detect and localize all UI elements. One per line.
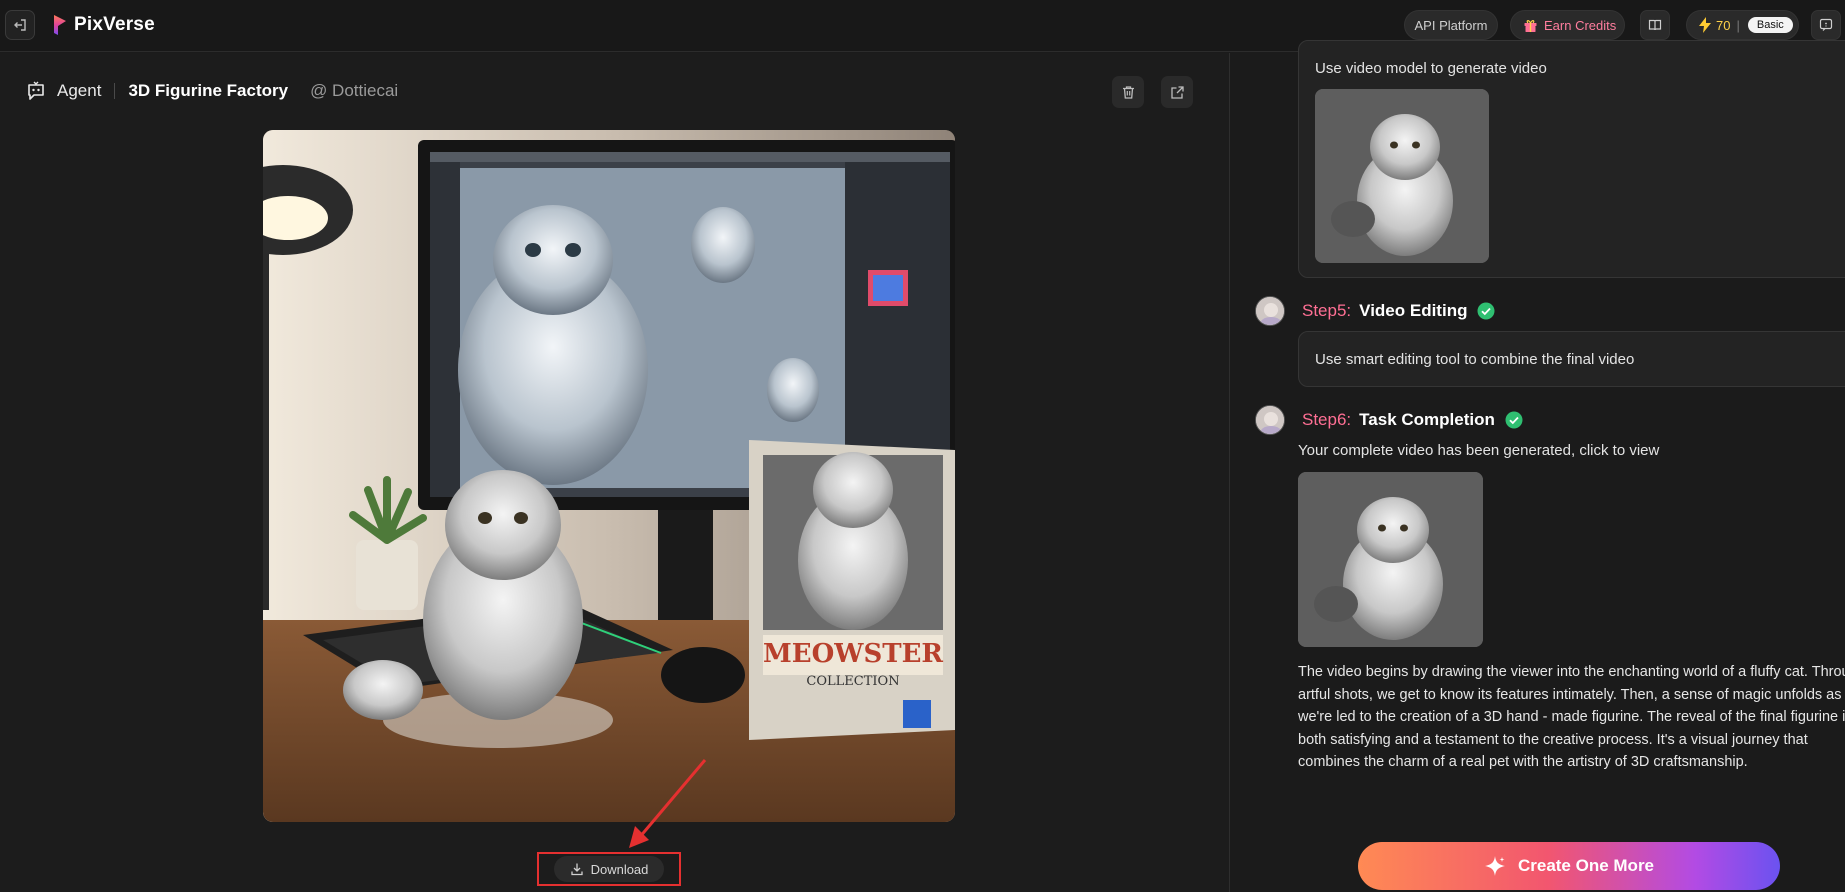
description-line: The video begins by drawing the viewer i… [1298,664,1845,680]
delete-button[interactable] [1112,76,1144,108]
step5-card: Use smart editing tool to combine the fi… [1298,331,1845,387]
cat-video-image [1315,89,1489,263]
panel-divider [1229,53,1230,892]
share-button[interactable] [1161,76,1193,108]
create-one-more-button[interactable]: Create One More [1358,842,1780,890]
avatar-image [1256,406,1284,434]
step4-card: Use video model to generate video [1298,40,1845,278]
result-image[interactable]: MEOWSTER COLLECTION [263,130,955,822]
agent-avatar [1255,296,1285,326]
lightning-icon [1699,17,1711,33]
agent-icon [28,81,44,100]
step6-header: Step6: Task Completion [1255,405,1523,435]
earn-credits-label: Earn Credits [1544,17,1617,33]
avatar-image [1256,297,1284,325]
breadcrumb-divider [114,83,116,99]
check-circle-icon [1477,302,1495,320]
pixverse-logo-icon [54,15,66,35]
message-icon [1819,18,1833,31]
svg-text:MEOWSTER: MEOWSTER [763,639,943,669]
logo[interactable]: PixVerse [52,13,155,37]
step4-text: Use video model to generate video [1315,60,1547,77]
author-handle[interactable]: @ Dottiecai [310,81,398,101]
app-name: PixVerse [74,14,155,35]
step6-label: Step6: [1302,410,1352,429]
description-line: combines the charm of a real pet with th… [1298,754,1748,770]
api-platform-label: API Platform [1414,17,1488,33]
description-line: both satisfying and a testament to the c… [1298,731,1808,748]
svg-text:COLLECTION: COLLECTION [806,674,899,689]
generated-video-thumbnail[interactable] [1315,89,1489,263]
book-icon [1648,19,1662,31]
video-description: The video begins by drawing the viewer i… [1298,661,1845,774]
step6-text: Your complete video has been generated, … [1298,442,1660,459]
notifications-button[interactable] [1811,10,1841,40]
final-video-thumbnail[interactable] [1298,472,1483,647]
step5-text: Use smart editing tool to combine the fi… [1315,351,1635,368]
step6-name: Task Completion [1359,410,1495,429]
external-link-icon [1170,85,1184,99]
download-button[interactable]: Download [554,856,664,882]
create-one-more-label: Create One More [1517,856,1655,875]
download-icon [570,863,583,876]
credits-balance[interactable]: 70 | Basic [1686,10,1799,40]
sparkle-icon [1484,856,1505,876]
step5-label: Step5: [1302,301,1352,320]
credits-separator: | [1736,17,1740,33]
description-line: we're led to the creation of a 3D hand -… [1298,709,1845,725]
step5-name: Video Editing [1359,301,1468,320]
breadcrumb: Agent 3D Figurine Factory @ Dottiecai [25,80,398,102]
figurine-scene-image: MEOWSTER COLLECTION [263,130,955,822]
final-cat-video-image [1298,472,1483,647]
page-title: 3D Figurine Factory [128,81,289,100]
annotation-arrow [629,759,707,848]
description-line: artful shots, we get to know its feature… [1298,686,1842,703]
plan-badge: Basic [1747,17,1793,33]
download-label: Download [590,861,649,877]
earn-credits-button[interactable]: Earn Credits [1510,10,1625,40]
exit-icon [14,19,26,31]
api-platform-button[interactable]: API Platform [1404,10,1498,40]
trash-icon [1122,85,1134,99]
step5-header: Step5: Video Editing [1255,296,1495,326]
credits-value: 70 [1716,17,1731,33]
check-circle-icon [1505,411,1523,429]
breadcrumb-agent[interactable]: Agent [57,81,101,101]
docs-button[interactable] [1640,10,1670,40]
gift-icon [1524,19,1537,32]
exit-button[interactable] [5,10,35,40]
agent-avatar [1255,405,1285,435]
